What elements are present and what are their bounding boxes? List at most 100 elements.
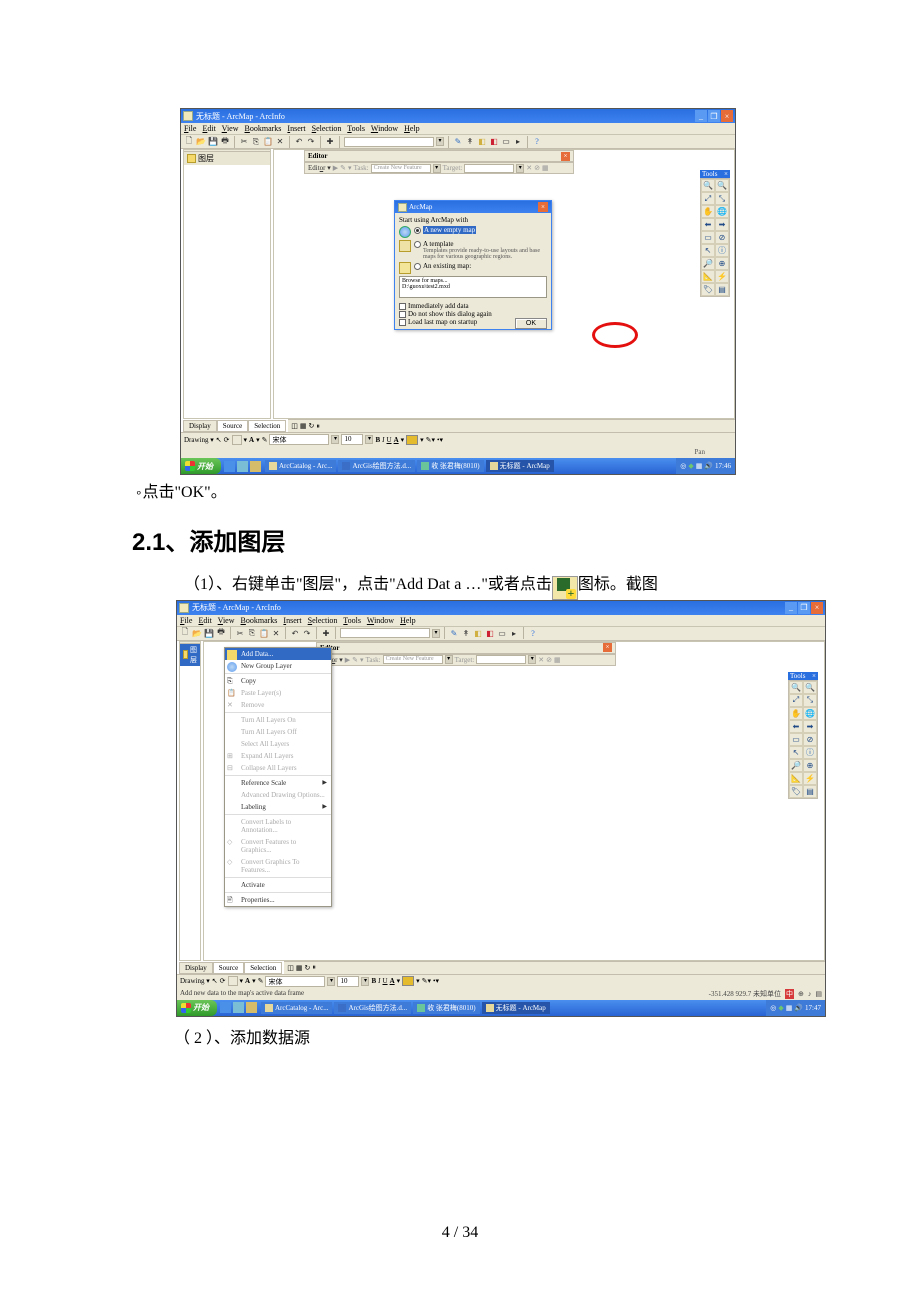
- menu-edit[interactable]: Edit: [198, 616, 211, 625]
- add-data-icon[interactable]: ✚: [321, 628, 331, 638]
- italic-button[interactable]: I: [382, 436, 384, 444]
- next-extent-icon[interactable]: ➡: [715, 218, 729, 231]
- toolbox-icon[interactable]: ◧: [489, 137, 499, 147]
- menu-tools[interactable]: Tools: [343, 616, 361, 625]
- close-button[interactable]: ×: [811, 602, 823, 614]
- ql-ie-icon[interactable]: [220, 1002, 231, 1013]
- spatial-icon[interactable]: ▤: [803, 785, 817, 798]
- html-popup-icon[interactable]: 🏷: [701, 283, 715, 296]
- menu-bookmarks[interactable]: Bookmarks: [245, 124, 282, 133]
- tray-icon[interactable]: ▦: [786, 1004, 793, 1012]
- font-color-icon[interactable]: A: [390, 977, 395, 985]
- marker-color-icon[interactable]: •▾: [433, 977, 439, 985]
- text-tool-icon[interactable]: A: [245, 977, 250, 985]
- cmd-icon[interactable]: ▭: [501, 137, 511, 147]
- zoom-out-icon[interactable]: 🔍: [715, 179, 729, 192]
- marker-color-icon[interactable]: •▾: [437, 436, 443, 444]
- catalog-icon[interactable]: ◧: [473, 628, 483, 638]
- menu-selection[interactable]: Selection: [308, 616, 338, 625]
- paste-icon[interactable]: 📋: [259, 628, 269, 638]
- select-features-icon[interactable]: ▭: [789, 733, 803, 746]
- ql-app-icon[interactable]: [250, 461, 261, 472]
- spatial-icon[interactable]: ▤: [715, 283, 729, 296]
- open-icon[interactable]: 📂: [192, 628, 202, 638]
- save-icon[interactable]: 💾: [208, 137, 218, 147]
- help-icon[interactable]: ?: [528, 628, 538, 638]
- select-elements-icon[interactable]: ↖: [789, 746, 803, 759]
- menu-insert[interactable]: Insert: [283, 616, 301, 625]
- palette-close-icon[interactable]: ×: [812, 672, 816, 680]
- help-icon[interactable]: ?: [532, 137, 542, 147]
- pointer-icon[interactable]: ▶: [333, 164, 338, 172]
- print-icon[interactable]: 🖶: [220, 137, 230, 147]
- view-layout-icon[interactable]: ▦: [296, 964, 303, 972]
- menu-file[interactable]: File: [180, 616, 192, 625]
- fixed-zoom-out-icon[interactable]: ⤡: [803, 694, 817, 707]
- select-icon[interactable]: ↖: [212, 977, 218, 985]
- cursor-icon[interactable]: ↟: [465, 137, 475, 147]
- drawing-menu[interactable]: Drawing ▾: [184, 436, 214, 444]
- taskbar-item-active[interactable]: 无标题 - ArcMap: [482, 1002, 550, 1014]
- rotate-icon[interactable]: ⟳: [220, 977, 226, 985]
- fixed-zoom-in-icon[interactable]: ⤢: [701, 192, 715, 205]
- taskbar-item-active[interactable]: 无标题 - ArcMap: [486, 460, 554, 472]
- menu-add-data[interactable]: Add Data...: [225, 648, 331, 660]
- measure-icon[interactable]: 📐: [701, 270, 715, 283]
- tray-icon[interactable]: 🔊: [704, 462, 713, 470]
- ql-desktop-icon[interactable]: [237, 461, 248, 472]
- print-icon[interactable]: 🖶: [216, 628, 226, 638]
- identify-icon[interactable]: ⓘ: [715, 244, 729, 257]
- italic-button[interactable]: I: [378, 977, 380, 985]
- taskbar-item[interactable]: 收 张君梅(8010): [413, 1002, 479, 1014]
- open-icon[interactable]: 📂: [196, 137, 206, 147]
- minimize-button[interactable]: _: [785, 602, 797, 614]
- tab-display[interactable]: Display: [179, 962, 213, 974]
- prev-extent-icon[interactable]: ⬅: [701, 218, 715, 231]
- maximize-button[interactable]: ❐: [708, 110, 720, 122]
- menu-copy[interactable]: ⎘Copy: [225, 675, 331, 687]
- tray-icon[interactable]: ▦: [696, 462, 703, 470]
- scale-dropdown[interactable]: [340, 628, 430, 638]
- editor-icon[interactable]: ✎: [453, 137, 463, 147]
- maximize-button[interactable]: ❐: [798, 602, 810, 614]
- menu-window[interactable]: Window: [367, 616, 394, 625]
- menu-new-group[interactable]: New Group Layer: [225, 660, 331, 672]
- font-color-icon[interactable]: A: [394, 436, 399, 444]
- tray-icon[interactable]: ◆: [778, 1004, 783, 1012]
- prev-extent-icon[interactable]: ⬅: [789, 720, 803, 733]
- next-extent-icon[interactable]: ➡: [803, 720, 817, 733]
- underline-button[interactable]: U: [383, 977, 388, 985]
- font-family-select[interactable]: 宋体: [269, 434, 329, 445]
- ql-desktop-icon[interactable]: [233, 1002, 244, 1013]
- refresh-icon[interactable]: ↻: [309, 422, 315, 430]
- menu-help[interactable]: Help: [404, 124, 420, 133]
- select-icon[interactable]: ↖: [216, 436, 222, 444]
- chk-add-data[interactable]: [399, 303, 406, 310]
- cut-icon[interactable]: ✂: [239, 137, 249, 147]
- tab-display[interactable]: Display: [183, 420, 217, 432]
- rectangle-icon[interactable]: [232, 435, 242, 445]
- menu-view[interactable]: View: [218, 616, 235, 625]
- bold-button[interactable]: B: [375, 436, 380, 444]
- toolbox-icon[interactable]: ◧: [485, 628, 495, 638]
- redo-icon[interactable]: ↷: [302, 628, 312, 638]
- menu-window[interactable]: Window: [371, 124, 398, 133]
- cmd-icon[interactable]: ▭: [497, 628, 507, 638]
- pan-icon[interactable]: ✋: [701, 205, 715, 218]
- chk-no-dialog[interactable]: [399, 311, 406, 318]
- undo-icon[interactable]: ↶: [294, 137, 304, 147]
- measure-icon[interactable]: 📐: [789, 772, 803, 785]
- line-color-icon[interactable]: ✎▾: [422, 977, 431, 985]
- taskbar-item[interactable]: ArcGis绘图方法.d...: [334, 1002, 411, 1014]
- editor-close-icon[interactable]: ×: [561, 152, 570, 161]
- menu-labeling[interactable]: Labeling▶: [225, 801, 331, 813]
- tray-icon[interactable]: 🔊: [794, 1004, 803, 1012]
- radio-template[interactable]: [414, 241, 421, 248]
- modelbuilder-icon[interactable]: ▸: [513, 137, 523, 147]
- chk-load-last[interactable]: [399, 319, 406, 326]
- map-canvas[interactable]: Editor × Editor ▾ ▶✎▾ Task: Create New F…: [203, 641, 825, 961]
- rectangle-icon[interactable]: [228, 976, 238, 986]
- fill-color-swatch[interactable]: [406, 435, 418, 445]
- target-dropdown[interactable]: [476, 655, 526, 664]
- zoom-in-icon[interactable]: 🔍: [701, 179, 715, 192]
